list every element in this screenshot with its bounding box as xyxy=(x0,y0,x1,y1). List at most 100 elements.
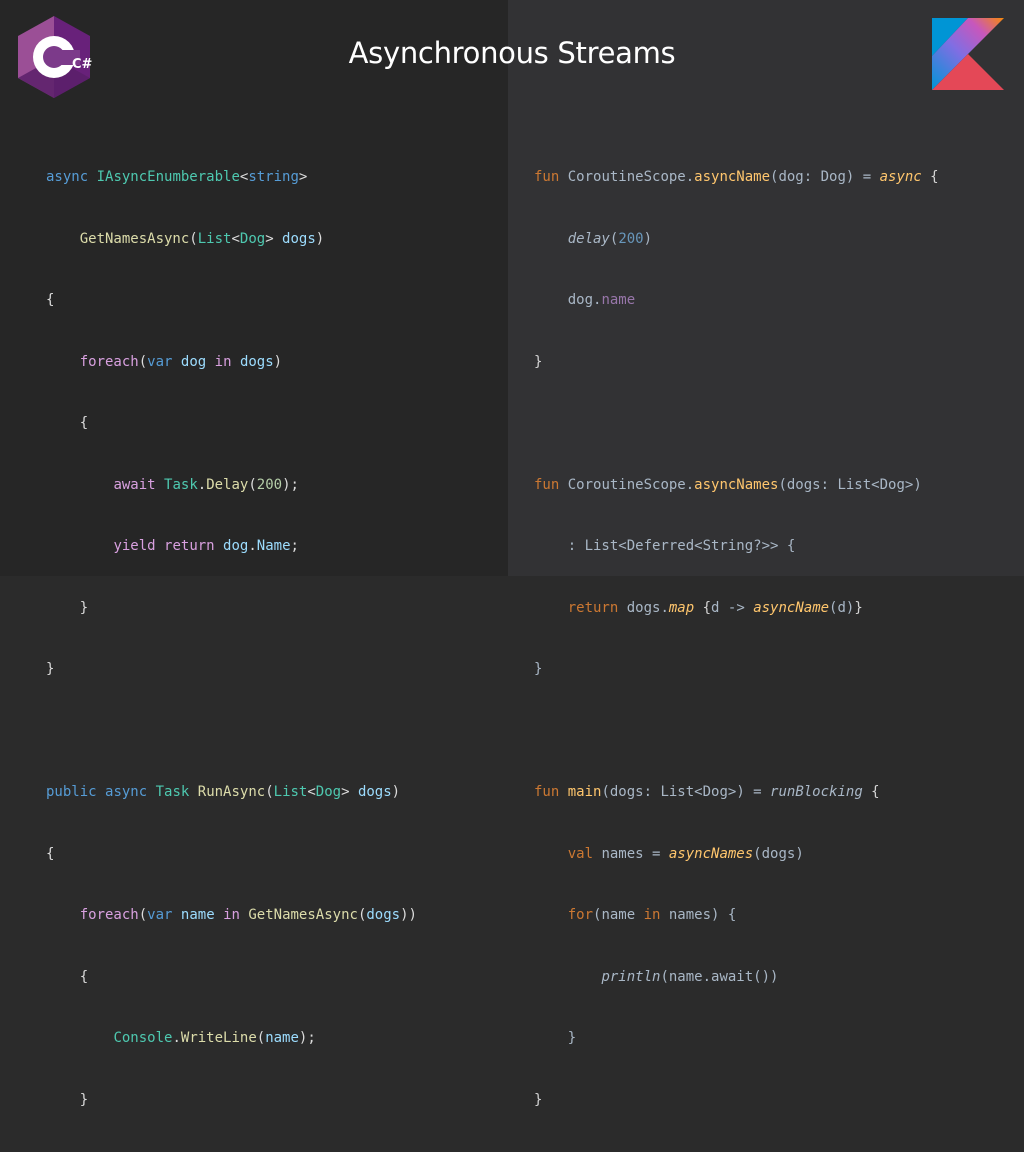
code-token: } xyxy=(854,599,863,616)
code-line: val names = asyncNames(dogs) xyxy=(534,844,939,865)
code-token: println xyxy=(601,968,661,985)
code-token: GetNamesAsync xyxy=(248,907,358,923)
code-token: CoroutineScope. xyxy=(559,476,695,493)
code-token: var xyxy=(147,907,173,923)
code-line: } xyxy=(534,659,939,680)
code-line: } xyxy=(46,1090,417,1111)
code-token: } xyxy=(46,661,55,677)
code-token: ) xyxy=(643,230,653,247)
code-token: Dog xyxy=(239,230,266,247)
code-token: ( xyxy=(138,907,148,923)
code-token: } xyxy=(534,353,543,370)
code-token: { xyxy=(46,415,89,431)
code-token: return xyxy=(567,599,619,616)
code-token: foreach xyxy=(79,353,139,370)
page-title: Asynchronous Streams xyxy=(348,36,676,70)
code-token: Delay xyxy=(206,476,249,493)
code-token: delay xyxy=(567,230,610,247)
code-token: names) { xyxy=(660,907,737,923)
code-token: dogs xyxy=(282,230,316,247)
code-token: dogs xyxy=(366,907,401,923)
code-token: ( xyxy=(256,1030,266,1046)
code-token: 200 xyxy=(256,476,283,493)
code-line: } xyxy=(534,1090,939,1111)
code-token: in xyxy=(214,353,232,370)
code-token: ; xyxy=(290,538,299,554)
code-token: List xyxy=(197,230,232,247)
code-line: public async Task RunAsync(List<Dog> dog… xyxy=(46,782,417,803)
code-token: val xyxy=(567,845,594,862)
code-line: return dogs.map {d -> asyncName(d)} xyxy=(534,598,939,619)
code-token: (dogs: List<Dog>) = xyxy=(601,784,771,800)
code-token: WriteLine xyxy=(180,1030,257,1046)
code-token: ) xyxy=(391,784,401,800)
code-token: (name.await()) xyxy=(660,968,779,985)
code-token: < xyxy=(307,784,316,800)
code-token: Task xyxy=(155,784,190,800)
code-line: GetNamesAsync(List<Dog> dogs) xyxy=(46,229,417,250)
code-token: { xyxy=(862,784,880,800)
code-token: Dog xyxy=(315,784,342,800)
code-token: runBlocking xyxy=(770,784,863,800)
code-token: return xyxy=(164,538,215,554)
code-token: } xyxy=(534,1030,577,1046)
code-token: dogs xyxy=(357,784,392,800)
code-token: ); xyxy=(282,476,299,493)
code-token: dogs. xyxy=(618,599,669,616)
code-token: } xyxy=(534,1091,543,1108)
code-token: > xyxy=(265,230,283,247)
code-token: List xyxy=(273,784,308,800)
code-token: async xyxy=(46,169,89,185)
code-token: RunAsync xyxy=(197,784,266,800)
code-line: println(name.await()) xyxy=(534,967,939,988)
code-token: yield xyxy=(113,538,156,554)
code-line: : List<Deferred<String?>> { xyxy=(534,536,939,557)
code-token: string xyxy=(248,169,299,185)
code-token: Name xyxy=(256,538,291,554)
code-line: { xyxy=(46,413,417,434)
code-line: } xyxy=(534,1028,939,1049)
code-line: } xyxy=(534,352,939,373)
code-token: dog. xyxy=(534,292,602,308)
code-token: Task xyxy=(164,476,198,493)
code-token: for xyxy=(567,907,594,923)
code-token: Console xyxy=(113,1030,173,1046)
code-line: fun CoroutineScope.asyncNames(dogs: List… xyxy=(534,475,939,496)
code-token: ( xyxy=(189,230,198,247)
code-token: . xyxy=(197,476,207,493)
code-line: Console.WriteLine(name); xyxy=(46,1028,417,1049)
code-token: < xyxy=(231,230,240,247)
code-token: fun xyxy=(534,476,560,493)
code-token: in xyxy=(643,907,661,923)
code-line: } xyxy=(46,659,417,680)
code-token: } xyxy=(46,1091,89,1108)
code-line: foreach(var name in GetNamesAsync(dogs)) xyxy=(46,905,417,926)
code-token: foreach xyxy=(79,907,139,923)
code-token: (name xyxy=(593,907,644,923)
code-token: (d) xyxy=(829,599,855,616)
code-token: : List<Deferred<String?>> { xyxy=(534,538,796,554)
code-token: ( xyxy=(248,476,257,493)
code-token: fun xyxy=(534,784,560,800)
code-line: { xyxy=(46,967,417,988)
code-token: . xyxy=(172,1030,181,1046)
code-token: await xyxy=(113,476,156,493)
code-token: { xyxy=(46,845,55,862)
code-token: { xyxy=(46,292,55,308)
